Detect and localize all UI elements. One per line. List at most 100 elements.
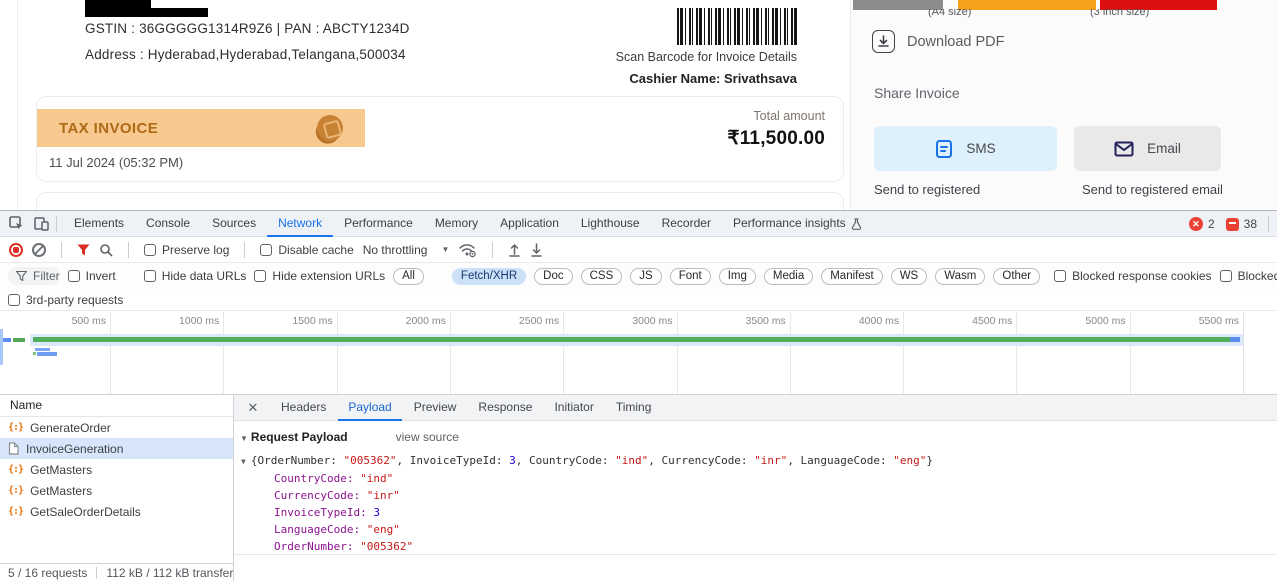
timeline-mini-bar <box>37 352 57 356</box>
hide-extension-urls-checkbox[interactable]: Hide extension URLs <box>254 269 385 283</box>
invoice-date: 11 Jul 2024 (05:32 PM) <box>49 155 183 170</box>
filter-pill-font[interactable]: Font <box>670 268 711 285</box>
tab-application[interactable]: Application <box>489 211 570 237</box>
payload-entry: CountryCode: "ind" <box>274 473 1277 484</box>
blocked-requests-checkbox[interactable]: Blocked requests <box>1220 269 1277 283</box>
filter-funnel-icon[interactable] <box>77 244 90 256</box>
share-invoice-heading: Share Invoice <box>874 85 960 101</box>
filter-pill-css[interactable]: CSS <box>581 268 623 285</box>
payload-entry: CurrencyCode: "inr" <box>274 490 1277 501</box>
sms-button[interactable]: SMS <box>874 126 1057 171</box>
throttling-dropdown[interactable]: No throttling ▼ <box>363 243 450 257</box>
transfer-summary: 112 kB / 112 kB transfer <box>106 566 233 580</box>
detail-tab-timing[interactable]: Timing <box>606 395 662 421</box>
timeline-bar-end-cap <box>1230 337 1240 342</box>
filter-pill-media[interactable]: Media <box>764 268 813 285</box>
tab-performance-insights[interactable]: Performance insights <box>722 211 873 237</box>
invoice-page: GSTIN : 36GGGGG1314R9Z6 | PAN : ABCTY123… <box>0 0 1277 210</box>
print-3inch-caption: (3 inch size) <box>1090 9 1149 19</box>
request-row[interactable]: {:} GetMasters <box>0 480 233 501</box>
barcode-image <box>677 8 797 45</box>
checkbox-icon <box>144 244 156 256</box>
payload-token: "005362" <box>344 454 397 467</box>
filter-placeholder: Filter <box>33 269 60 283</box>
tab-performance[interactable]: Performance <box>333 211 424 237</box>
view-source-link[interactable]: view source <box>396 430 459 444</box>
timeline-window-handle[interactable] <box>0 329 3 365</box>
tab-network[interactable]: Network <box>267 211 333 237</box>
import-har-icon[interactable] <box>508 243 521 257</box>
tab-recorder[interactable]: Recorder <box>651 211 722 237</box>
hide-data-urls-label: Hide data URLs <box>162 269 247 283</box>
tab-console[interactable]: Console <box>135 211 201 237</box>
blocked-cookies-checkbox[interactable]: Blocked response cookies <box>1054 269 1211 283</box>
error-badge-icon[interactable]: ✕ <box>1189 217 1203 231</box>
export-har-icon[interactable] <box>530 243 543 257</box>
inspect-element-icon[interactable] <box>7 215 25 233</box>
hide-extension-urls-label: Hide extension URLs <box>272 269 385 283</box>
payload-entry: InvoiceTypeId: 3 <box>274 507 1277 518</box>
filter-pill-fetch-xhr[interactable]: Fetch/XHR <box>452 268 526 285</box>
filter-pill-all[interactable]: All <box>393 268 424 285</box>
detail-tab-preview[interactable]: Preview <box>404 395 467 421</box>
error-count: 2 <box>1208 217 1215 231</box>
search-icon[interactable] <box>99 243 113 257</box>
detail-tab-response[interactable]: Response <box>468 395 542 421</box>
filter-pill-other[interactable]: Other <box>993 268 1040 285</box>
tab-elements[interactable]: Elements <box>63 211 135 237</box>
address-line: Address : Hyderabad,Hyderabad,Telangana,… <box>85 47 406 62</box>
third-party-checkbox[interactable]: 3rd-party requests <box>8 293 123 307</box>
issues-badge-icon[interactable] <box>1226 218 1239 231</box>
tab-memory[interactable]: Memory <box>424 211 489 237</box>
tab-sources[interactable]: Sources <box>201 211 267 237</box>
timeline-gridline <box>110 311 111 395</box>
request-row[interactable]: {:} GenerateOrder <box>0 417 233 438</box>
request-row[interactable]: {:} GetSaleOrderDetails <box>0 501 233 522</box>
timeline-tick-label: 5500 ms <box>1163 315 1239 327</box>
disable-cache-checkbox[interactable]: Disable cache <box>260 243 353 257</box>
device-toolbar-icon[interactable] <box>32 215 50 233</box>
xhr-icon: {:} <box>8 506 23 517</box>
filter-pill-wasm[interactable]: Wasm <box>935 268 985 285</box>
timeline-end-divider <box>1243 311 1244 395</box>
name-column-header[interactable]: Name <box>0 395 233 417</box>
request-detail-pane: ✕ Headers Payload Preview Response Initi… <box>233 395 1277 581</box>
timeline-overview[interactable]: 500 ms1000 ms1500 ms2000 ms2500 ms3000 m… <box>0 311 1277 395</box>
invoice-summary-card: TAX INVOICE 11 Jul 2024 (05:32 PM) Total… <box>36 96 844 182</box>
clear-button[interactable] <box>32 243 46 257</box>
print-a4-button[interactable] <box>958 0 1096 10</box>
request-name: GetSaleOrderDetails <box>30 505 141 519</box>
filter-pill-doc[interactable]: Doc <box>534 268 572 285</box>
network-main-area: Name {:} GenerateOrder InvoiceGeneration… <box>0 395 1277 581</box>
detail-tab-payload[interactable]: Payload <box>338 395 401 421</box>
tab-lighthouse[interactable]: Lighthouse <box>570 211 651 237</box>
xhr-icon: {:} <box>8 422 23 433</box>
email-button[interactable]: Email <box>1074 126 1221 171</box>
request-row[interactable]: {:} GetMasters <box>0 459 233 480</box>
filter-input[interactable]: Filter <box>8 267 60 285</box>
detail-tab-headers[interactable]: Headers <box>271 395 336 421</box>
hide-data-urls-checkbox[interactable]: Hide data URLs <box>144 269 247 283</box>
total-amount-label: Total amount <box>727 109 825 123</box>
request-payload-section[interactable]: ▼ Request Payload view source <box>240 430 1277 444</box>
filter-pill-js[interactable]: JS <box>630 268 661 285</box>
invert-checkbox[interactable]: Invert <box>68 269 116 283</box>
timeline-tick-label: 2500 ms <box>483 315 559 327</box>
filter-pill-ws[interactable]: WS <box>891 268 928 285</box>
record-button[interactable] <box>9 243 23 257</box>
preserve-log-checkbox[interactable]: Preserve log <box>144 243 229 257</box>
request-list: Name {:} GenerateOrder InvoiceGeneration… <box>0 395 233 581</box>
download-pdf-button[interactable]: Download PDF <box>872 30 1005 53</box>
timeline-gridline <box>790 311 791 395</box>
timeline-tick-label: 4000 ms <box>823 315 899 327</box>
close-icon[interactable]: ✕ <box>243 400 263 416</box>
filter-pill-manifest[interactable]: Manifest <box>821 268 882 285</box>
network-conditions-icon[interactable] <box>458 242 477 258</box>
timeline-gridline <box>1130 311 1131 395</box>
payload-preview-line[interactable]: ▼{OrderNumber: "005362", InvoiceTypeId: … <box>241 454 1277 467</box>
filter-pill-img[interactable]: Img <box>719 268 756 285</box>
detail-tab-initiator[interactable]: Initiator <box>544 395 603 421</box>
payload-key: InvoiceTypeId: <box>274 506 373 519</box>
request-name: GetMasters <box>30 463 92 477</box>
request-row-selected[interactable]: InvoiceGeneration <box>0 438 233 459</box>
